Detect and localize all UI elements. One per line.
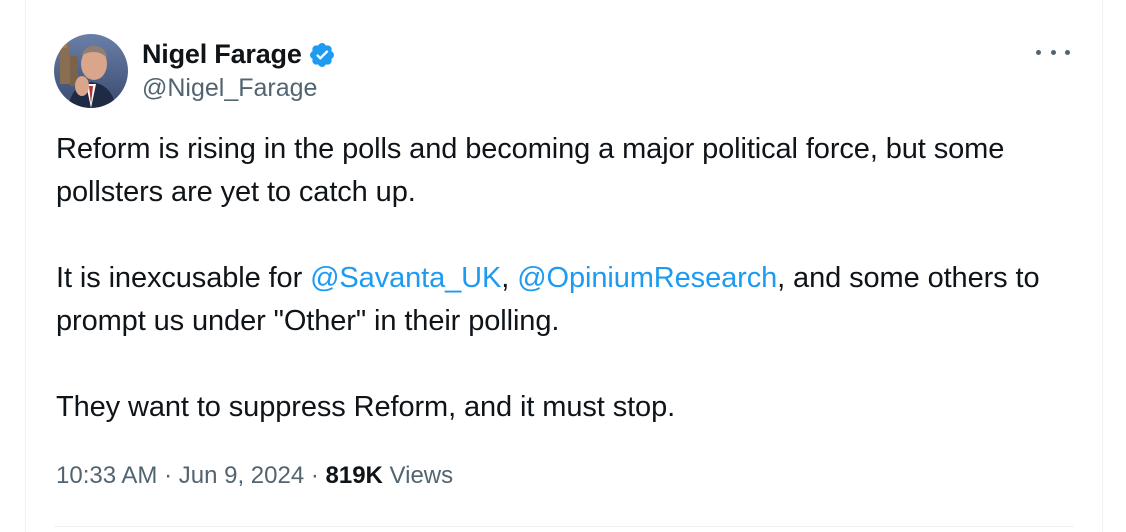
more-dot	[1036, 49, 1041, 55]
paragraph-2-prefix: It is inexcusable for	[56, 262, 311, 294]
tweet-card: Nigel Farage @Nigel_Farage Reform is ris…	[25, 0, 1103, 532]
name-row: Nigel Farage	[142, 39, 336, 70]
tweet-text: Reform is rising in the polls and becomi…	[56, 128, 1086, 429]
author-handle[interactable]: @Nigel_Farage	[142, 74, 336, 103]
verified-badge-icon[interactable]	[308, 41, 336, 69]
meta-separator: ·	[304, 462, 326, 489]
tweet-meta: 10:33 AM · Jun 9, 2024 · 819K Views	[56, 462, 453, 490]
divider	[54, 526, 1074, 527]
meta-separator: ·	[157, 462, 179, 489]
more-options-icon[interactable]	[1036, 40, 1070, 64]
tweet-paragraph-1: Reform is rising in the polls and becomi…	[56, 133, 1005, 208]
tweet-time[interactable]: 10:33 AM	[56, 462, 157, 489]
more-dot	[1065, 49, 1070, 55]
views-count[interactable]: 819K	[326, 462, 383, 489]
mention-opinium[interactable]: @OpiniumResearch	[517, 262, 777, 294]
tweet-paragraph-3: They want to suppress Reform, and it mus…	[56, 391, 676, 423]
avatar[interactable]	[54, 34, 128, 108]
more-dot	[1050, 49, 1056, 55]
paragraph-2-separator: ,	[501, 262, 518, 294]
tweet-date[interactable]: Jun 9, 2024	[179, 462, 304, 489]
tweet-header: Nigel Farage @Nigel_Farage	[54, 31, 336, 111]
views-label[interactable]: Views	[383, 462, 454, 489]
tweet-paragraph-2: It is inexcusable for @Savanta_UK, @Opin…	[56, 257, 1086, 343]
author-display-name[interactable]: Nigel Farage	[142, 39, 302, 70]
author-names: Nigel Farage @Nigel_Farage	[142, 39, 336, 103]
mention-savanta[interactable]: @Savanta_UK	[310, 262, 501, 294]
